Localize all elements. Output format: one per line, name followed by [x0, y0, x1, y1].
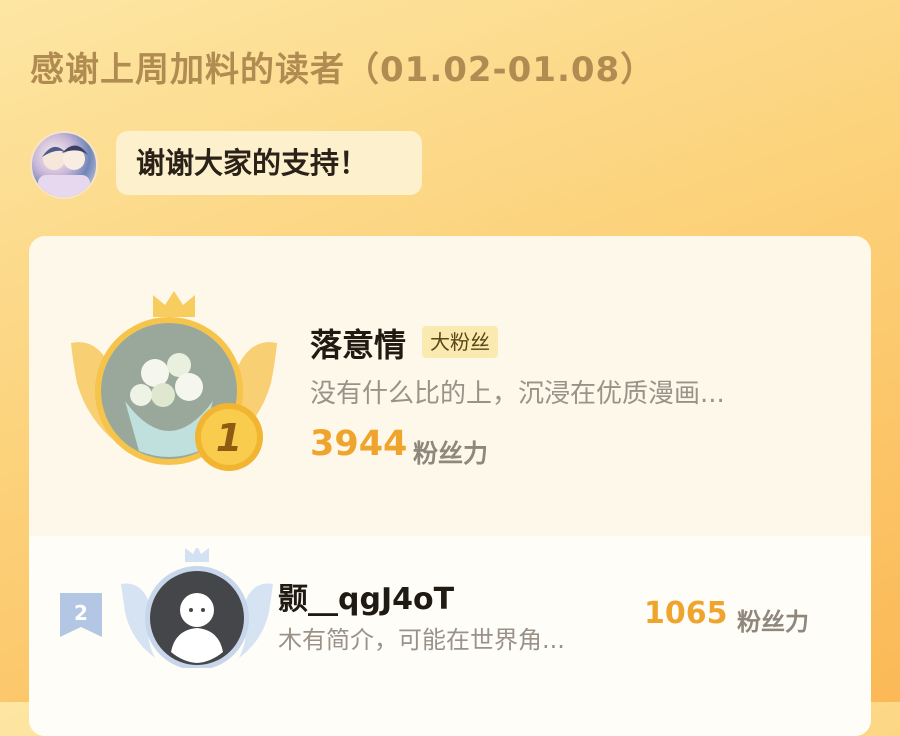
svg-text:2: 2 — [74, 601, 88, 625]
first-place-frame-icon: 1 — [71, 291, 277, 471]
author-avatar-illustration — [38, 145, 90, 197]
author-avatar[interactable] — [30, 131, 98, 199]
page-title: 感谢上周加料的读者（01.02-01.08） — [30, 50, 656, 90]
second-place-score-unit: 粉丝力 — [737, 608, 809, 636]
ranking-card: 1 落意情 大粉丝 没有什么比的上，沉浸在优质漫画... 3944 粉丝力 2 … — [29, 236, 871, 736]
first-place-badge[interactable]: 1 — [69, 291, 279, 481]
second-place-name[interactable]: 颢__qgJ4oT — [278, 574, 454, 618]
first-place-fan-tag: 大粉丝 — [422, 326, 498, 358]
second-place-score: 1065 — [644, 596, 728, 631]
second-place-avatar[interactable] — [121, 546, 273, 670]
first-place-description: 没有什么比的上，沉浸在优质漫画... — [310, 379, 725, 409]
rank-ribbon-icon: 2 — [60, 593, 102, 637]
second-place-frame-icon — [121, 546, 273, 670]
author-message-bubble: 谢谢大家的支持！ — [116, 131, 422, 195]
second-place-description: 木有简介，可能在世界角... — [278, 626, 565, 654]
first-place-score: 3944 — [310, 424, 408, 464]
first-place-score-unit: 粉丝力 — [413, 439, 489, 468]
svg-text:1: 1 — [216, 416, 242, 460]
first-place-name[interactable]: 落意情 — [310, 320, 406, 366]
rank-2-badge: 2 — [60, 593, 102, 637]
